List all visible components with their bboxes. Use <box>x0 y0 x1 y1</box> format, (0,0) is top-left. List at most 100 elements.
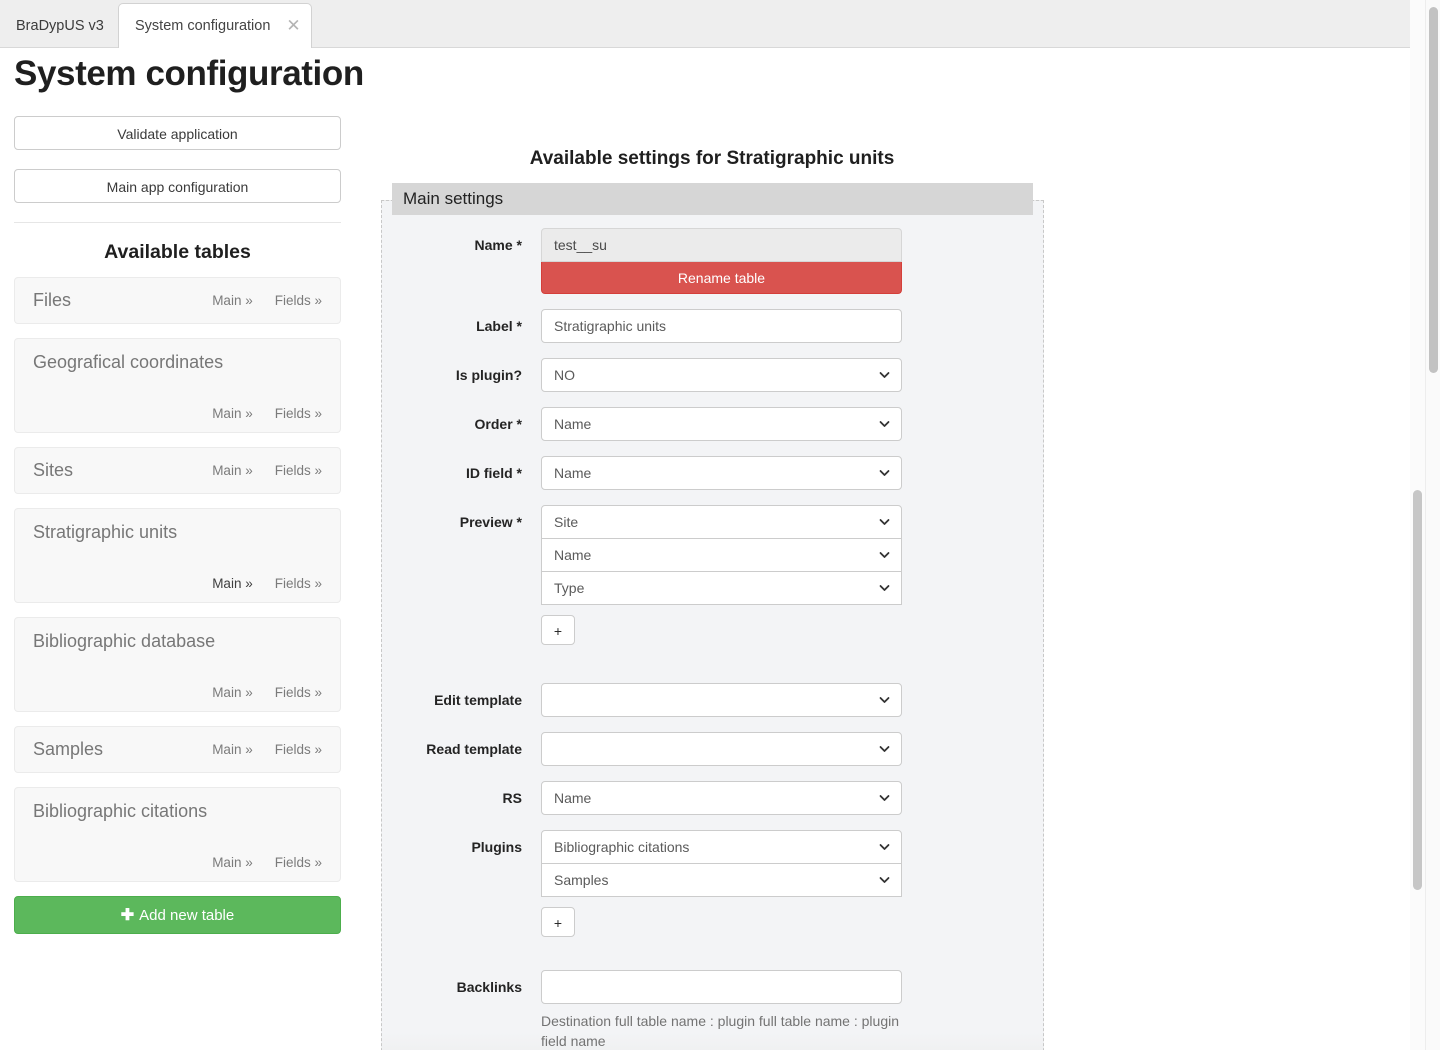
order-value: Name <box>554 416 592 432</box>
edit-template-select[interactable] <box>541 683 902 717</box>
plugins-controls: Bibliographic citations Samples + <box>541 830 902 937</box>
chevron-down-icon <box>879 842 890 853</box>
table-name: Sites <box>33 460 74 480</box>
page-title: System configuration <box>14 54 364 93</box>
form-row-label: Label * Stratigraphic units <box>381 309 1044 343</box>
form-row-order: Order * Name <box>381 407 1044 441</box>
preview-select-3[interactable]: Type <box>541 571 902 605</box>
table-fields-link[interactable]: Fields » <box>275 855 322 870</box>
form-row-read-template: Read template <box>381 732 1044 766</box>
backlinks-controls: Destination full table name : plugin ful… <box>541 970 902 1050</box>
table-card-sites[interactable]: Sites Main » Fields » <box>14 447 341 494</box>
chevron-down-icon <box>879 744 890 755</box>
inner-scrollbar-thumb[interactable] <box>1413 490 1422 890</box>
edit-template-label: Edit template <box>434 692 522 708</box>
main-app-configuration-button[interactable]: Main app configuration <box>14 169 341 203</box>
page-scrollbar-thumb[interactable] <box>1429 7 1438 373</box>
tab-bradypus-v3[interactable]: BraDypUS v3 <box>0 4 120 48</box>
chevron-down-icon <box>879 583 890 594</box>
inner-scrollbar-track[interactable] <box>1410 0 1425 1050</box>
sidebar-divider <box>14 222 341 223</box>
read-template-select[interactable] <box>541 732 902 766</box>
table-card-bibliographic-database[interactable]: Bibliographic database Main » Fields » <box>14 617 341 712</box>
preview-select-2[interactable]: Name <box>541 538 902 572</box>
read-template-label: Read template <box>426 741 522 757</box>
plugins-value-2: Samples <box>554 872 609 888</box>
preview-select-1[interactable]: Site <box>541 505 902 539</box>
rs-select[interactable]: Name <box>541 781 902 815</box>
id-field-controls: Name <box>541 456 902 490</box>
table-main-link[interactable]: Main » <box>212 742 253 757</box>
preview-value-1: Site <box>554 514 579 530</box>
table-main-link[interactable]: Main » <box>212 406 253 421</box>
plugins-select-2[interactable]: Samples <box>541 863 902 897</box>
table-card-links: Main » Fields » <box>33 406 322 421</box>
table-main-link[interactable]: Main » <box>212 685 253 700</box>
table-card-files[interactable]: Files Main » Fields » <box>14 277 341 324</box>
label-label: Label * <box>476 318 522 334</box>
table-main-link[interactable]: Main » <box>212 463 253 478</box>
form-row-plugins: Plugins Bibliographic citations Samples <box>381 830 1044 937</box>
sidebar: Validate application Main app configurat… <box>14 116 341 934</box>
browser-tabstrip: BraDypUS v3 System configuration ✕ <box>0 0 1424 48</box>
form-row-id-field: ID field * Name <box>381 456 1044 490</box>
table-main-link[interactable]: Main » <box>212 293 253 308</box>
main-settings-form: Name * test__su Rename table Label * Str… <box>381 228 1044 1050</box>
preview-add-button[interactable]: + <box>541 615 575 645</box>
table-name: Stratigraphic units <box>33 522 178 542</box>
is-plugin-select[interactable]: NO <box>541 358 902 392</box>
table-card-samples[interactable]: Samples Main » Fields » <box>14 726 341 773</box>
order-select[interactable]: Name <box>541 407 902 441</box>
table-card-bibliographic-citations[interactable]: Bibliographic citations Main » Fields » <box>14 787 341 882</box>
chevron-down-icon <box>879 875 890 886</box>
is-plugin-value: NO <box>554 367 575 383</box>
table-card-links: Main » Fields » <box>33 855 322 870</box>
chevron-down-icon <box>879 550 890 561</box>
add-new-table-label: Add new table <box>139 907 235 924</box>
form-row-preview: Preview * Site Name Type + <box>381 505 1044 645</box>
tab-system-configuration[interactable]: System configuration ✕ <box>118 3 312 48</box>
order-label: Order * <box>474 416 522 432</box>
backlinks-input[interactable] <box>541 970 902 1004</box>
id-field-value: Name <box>554 465 592 481</box>
table-fields-link[interactable]: Fields » <box>275 463 322 478</box>
table-card-links: Main » Fields » <box>212 742 322 757</box>
form-row-rs: RS Name <box>381 781 1044 815</box>
preview-label: Preview * <box>459 514 522 530</box>
table-fields-link[interactable]: Fields » <box>275 685 322 700</box>
table-card-geografical-coordinates[interactable]: Geografical coordinates Main » Fields » <box>14 338 341 433</box>
close-icon[interactable]: ✕ <box>286 17 300 35</box>
chevron-down-icon <box>879 517 890 528</box>
table-main-link[interactable]: Main » <box>212 855 253 870</box>
table-card-links: Main » Fields » <box>212 293 322 308</box>
rs-controls: Name <box>541 781 902 815</box>
table-fields-link[interactable]: Fields » <box>275 742 322 757</box>
plugins-select-1[interactable]: Bibliographic citations <box>541 830 902 864</box>
edit-template-controls <box>541 683 902 717</box>
name-input[interactable]: test__su <box>541 228 902 262</box>
is-plugin-label: Is plugin? <box>455 367 522 383</box>
chevron-down-icon <box>879 793 890 804</box>
table-fields-link[interactable]: Fields » <box>275 293 322 308</box>
available-tables-heading: Available tables <box>104 241 251 263</box>
validate-application-button[interactable]: Validate application <box>14 116 341 150</box>
plugins-add-button[interactable]: + <box>541 907 575 937</box>
label-input[interactable]: Stratigraphic units <box>541 309 902 343</box>
chevron-down-icon <box>879 468 890 479</box>
add-new-table-button[interactable]: ✚ Add new table <box>14 896 341 934</box>
chevron-down-icon <box>879 370 890 381</box>
table-fields-link[interactable]: Fields » <box>275 406 322 421</box>
tab-label: System configuration <box>135 18 271 34</box>
plugins-label: Plugins <box>471 839 522 855</box>
form-row-is-plugin: Is plugin? NO <box>381 358 1044 392</box>
main-settings-legend-label: Main settings <box>403 189 504 208</box>
page-scrollbar-track[interactable] <box>1425 0 1440 1050</box>
table-main-link[interactable]: Main » <box>212 576 253 591</box>
plus-icon: ✚ <box>120 907 135 924</box>
rename-table-button[interactable]: Rename table <box>541 262 902 294</box>
table-name: Files <box>33 290 72 310</box>
plugins-value-1: Bibliographic citations <box>554 839 690 855</box>
id-field-select[interactable]: Name <box>541 456 902 490</box>
table-fields-link[interactable]: Fields » <box>275 576 322 591</box>
table-card-stratigraphic-units[interactable]: Stratigraphic units Main » Fields » <box>14 508 341 603</box>
